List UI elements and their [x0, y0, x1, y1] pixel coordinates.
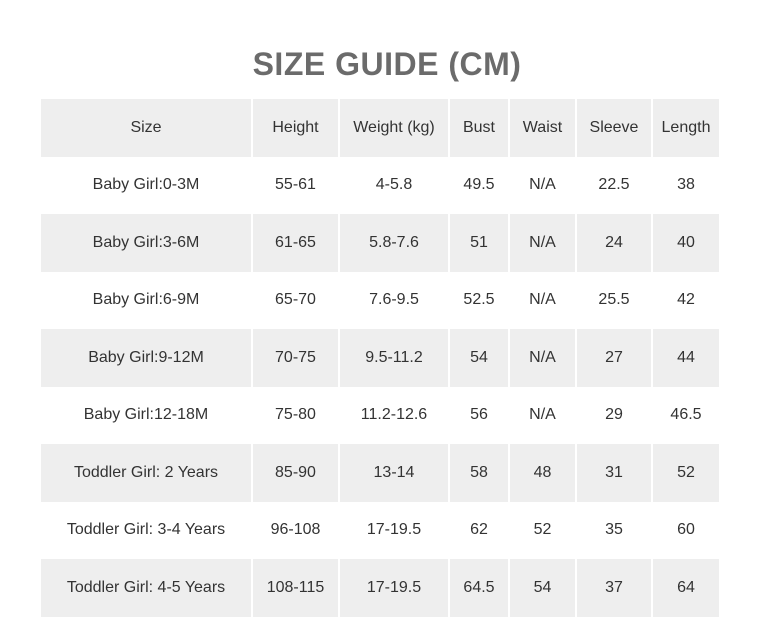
table-row: Toddler Girl: 3-4 Years 96-108 17-19.5 6…: [41, 501, 719, 559]
cell-bust: 62: [450, 501, 508, 559]
table-row: Baby Girl:12-18M 75-80 11.2-12.6 56 N/A …: [41, 386, 719, 444]
cell-length: 44: [653, 329, 719, 387]
cell-height: 85-90: [253, 444, 338, 502]
cell-bust: 64.5: [450, 559, 508, 617]
column-header-size: Size: [41, 99, 251, 157]
table-row: Baby Girl:0-3M 55-61 4-5.8 49.5 N/A 22.5…: [41, 156, 719, 214]
table-row: Baby Girl:6-9M 65-70 7.6-9.5 52.5 N/A 25…: [41, 271, 719, 329]
cell-size: Baby Girl:6-9M: [41, 271, 251, 329]
cell-height: 75-80: [253, 386, 338, 444]
column-header-sleeve: Sleeve: [577, 99, 651, 157]
cell-sleeve: 29: [577, 386, 651, 444]
cell-waist: N/A: [510, 156, 575, 214]
cell-size: Baby Girl:0-3M: [41, 156, 251, 214]
cell-bust: 51: [450, 214, 508, 272]
cell-weight: 17-19.5: [340, 501, 448, 559]
cell-length: 42: [653, 271, 719, 329]
cell-waist: 54: [510, 559, 575, 617]
cell-weight: 17-19.5: [340, 559, 448, 617]
cell-weight: 9.5-11.2: [340, 329, 448, 387]
size-guide-table: Size Height Weight (kg) Bust Waist Sleev…: [39, 99, 721, 617]
cell-waist: N/A: [510, 271, 575, 329]
cell-length: 60: [653, 501, 719, 559]
cell-size: Toddler Girl: 3-4 Years: [41, 501, 251, 559]
page-title: SIZE GUIDE (CM): [252, 46, 522, 82]
cell-weight: 13-14: [340, 444, 448, 502]
cell-bust: 52.5: [450, 271, 508, 329]
column-header-bust: Bust: [450, 99, 508, 157]
cell-sleeve: 37: [577, 559, 651, 617]
cell-waist: 52: [510, 501, 575, 559]
cell-size: Baby Girl:3-6M: [41, 214, 251, 272]
cell-height: 55-61: [253, 156, 338, 214]
cell-sleeve: 31: [577, 444, 651, 502]
column-header-height: Height: [253, 99, 338, 157]
cell-length: 46.5: [653, 386, 719, 444]
cell-size: Toddler Girl: 2 Years: [41, 444, 251, 502]
cell-bust: 56: [450, 386, 508, 444]
cell-length: 64: [653, 559, 719, 617]
cell-size: Baby Girl:9-12M: [41, 329, 251, 387]
cell-waist: N/A: [510, 214, 575, 272]
cell-bust: 49.5: [450, 156, 508, 214]
cell-sleeve: 35: [577, 501, 651, 559]
cell-sleeve: 24: [577, 214, 651, 272]
cell-height: 70-75: [253, 329, 338, 387]
cell-weight: 7.6-9.5: [340, 271, 448, 329]
column-header-weight: Weight (kg): [340, 99, 448, 157]
cell-height: 96-108: [253, 501, 338, 559]
cell-sleeve: 22.5: [577, 156, 651, 214]
cell-length: 52: [653, 444, 719, 502]
cell-bust: 54: [450, 329, 508, 387]
table-row: Toddler Girl: 4-5 Years 108-115 17-19.5 …: [41, 559, 719, 617]
table-header-row: Size Height Weight (kg) Bust Waist Sleev…: [41, 99, 719, 157]
cell-height: 108-115: [253, 559, 338, 617]
cell-weight: 5.8-7.6: [340, 214, 448, 272]
table-row: Toddler Girl: 2 Years 85-90 13-14 58 48 …: [41, 444, 719, 502]
cell-sleeve: 25.5: [577, 271, 651, 329]
cell-waist: N/A: [510, 329, 575, 387]
cell-size: Baby Girl:12-18M: [41, 386, 251, 444]
cell-size: Toddler Girl: 4-5 Years: [41, 559, 251, 617]
cell-weight: 4-5.8: [340, 156, 448, 214]
cell-length: 38: [653, 156, 719, 214]
cell-bust: 58: [450, 444, 508, 502]
column-header-waist: Waist: [510, 99, 575, 157]
table-row: Baby Girl:3-6M 61-65 5.8-7.6 51 N/A 24 4…: [41, 214, 719, 272]
cell-length: 40: [653, 214, 719, 272]
cell-height: 61-65: [253, 214, 338, 272]
cell-waist: 48: [510, 444, 575, 502]
column-header-length: Length: [653, 99, 719, 157]
cell-height: 65-70: [253, 271, 338, 329]
table-row: Baby Girl:9-12M 70-75 9.5-11.2 54 N/A 27…: [41, 329, 719, 387]
cell-weight: 11.2-12.6: [340, 386, 448, 444]
cell-sleeve: 27: [577, 329, 651, 387]
cell-waist: N/A: [510, 386, 575, 444]
